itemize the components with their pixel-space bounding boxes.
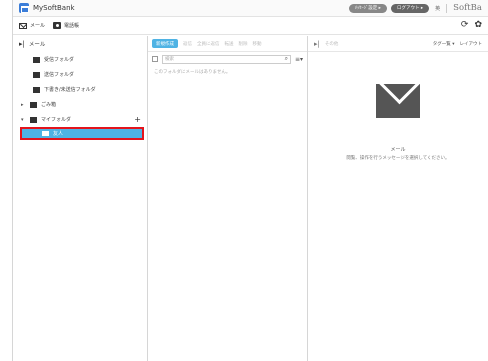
reply-all-button[interactable]: 全員に返信 — [197, 41, 220, 47]
reply-button[interactable]: 返信 — [183, 41, 192, 47]
trash-icon — [30, 101, 37, 108]
language-toggle[interactable]: 英 — [435, 5, 440, 12]
collapse-caret-icon[interactable]: ▾ — [21, 117, 26, 123]
preview-subtitle: 閲覧、操作を行うメッセージを選択してください。 — [346, 156, 450, 161]
folder-sidebar: ▸| メール 受信フォルダ 送信フォルダ 下書き/未送信フォルダ ▸ ごみ箱 ▾… — [13, 36, 148, 361]
message-list-pane: 新規作成 返信 全員に返信 転送 削除 移動 検索 ⌕ ≡▾ このフォルダにメー… — [148, 36, 308, 361]
envelope-icon — [376, 84, 420, 118]
preview-pane: ▸| その他 タグ一覧 ▾ レイアウト メール 閲覧、操作を行うメッセージを選択… — [308, 36, 488, 361]
tab-contacts[interactable]: 電話帳 — [53, 22, 79, 29]
list-search-row: 検索 ⌕ ≡▾ — [148, 52, 307, 66]
add-folder-button[interactable]: + — [134, 115, 141, 124]
search-placeholder: 検索 — [165, 57, 174, 62]
brand-logo: SoftBa — [453, 3, 482, 13]
sidebar-item-label: 友人 — [53, 131, 64, 137]
global-actions: ⟳ ✿ — [461, 21, 482, 30]
folder-icon — [30, 116, 37, 123]
selected-folder-row: 友人 — [22, 129, 142, 138]
tab-mail-label: メール — [30, 23, 46, 29]
more-menu[interactable]: その他 — [325, 41, 339, 47]
empty-folder-message: このフォルダにメールはありません。 — [154, 70, 231, 75]
sidebar-item-label: マイフォルダ — [41, 117, 72, 123]
delete-button[interactable]: 削除 — [239, 41, 248, 47]
expand-caret-icon[interactable]: ▸ — [21, 102, 26, 108]
sidebar-item-label: ごみ箱 — [41, 102, 57, 108]
search-icon[interactable]: ⌕ — [285, 55, 288, 63]
drafts-icon — [33, 86, 40, 93]
sidebar-item-friends[interactable]: 友人 — [20, 127, 144, 140]
sidebar-item-label: 受信フォルダ — [44, 57, 75, 63]
sidebar-header[interactable]: ▸| メール — [13, 36, 147, 52]
search-input[interactable]: 検索 ⌕ — [162, 54, 291, 64]
sidebar-item-label: 送信フォルダ — [44, 72, 75, 78]
compose-button[interactable]: 新規作成 — [152, 39, 178, 48]
sort-icon[interactable]: ≡▾ — [295, 56, 303, 63]
layout-dropdown[interactable]: レイアウト — [460, 41, 483, 47]
preview-title: メール — [390, 147, 406, 153]
preview-placeholder: メール 閲覧、操作を行うメッセージを選択してください。 — [308, 84, 488, 161]
tab-mail[interactable]: メール — [19, 22, 45, 29]
sidebar-item-my-folders[interactable]: ▾ マイフォルダ + — [13, 112, 147, 127]
app-tabs-row: メール 電話帳 ⟳ ✿ — [13, 17, 488, 35]
sidebar-item-trash[interactable]: ▸ ごみ箱 — [13, 97, 147, 112]
logout-button[interactable]: ログアウト ▸ — [390, 3, 430, 13]
sidebar-header-label: メール — [28, 42, 46, 48]
sidebar-item-drafts[interactable]: 下書き/未送信フォルダ — [13, 82, 147, 97]
app-window: MySoftBank ﾒｯｾｰｼﾞ設定 ▸ ログアウト ▸ 英 SoftBa メ… — [12, 0, 488, 361]
tag-list-dropdown[interactable]: タグ一覧 ▾ — [433, 41, 455, 47]
mail-icon — [19, 22, 27, 29]
sent-icon — [33, 71, 40, 78]
inbox-icon — [33, 56, 40, 63]
move-button[interactable]: 移動 — [253, 41, 262, 47]
sidebar-item-inbox[interactable]: 受信フォルダ — [13, 52, 147, 67]
preview-toolbar: ▸| その他 タグ一覧 ▾ レイアウト — [308, 36, 488, 52]
app-title: MySoftBank — [33, 4, 75, 12]
message-settings-button[interactable]: ﾒｯｾｰｼﾞ設定 ▸ — [348, 3, 387, 13]
forward-button[interactable]: 転送 — [225, 41, 234, 47]
refresh-icon[interactable]: ⟳ — [461, 21, 469, 30]
contacts-icon — [53, 22, 62, 29]
sidebar-item-label: 下書き/未送信フォルダ — [44, 87, 96, 93]
divider — [446, 3, 448, 13]
list-toolbar: 新規作成 返信 全員に返信 転送 削除 移動 — [148, 36, 307, 52]
folder-icon — [42, 131, 49, 136]
top-right-controls: ﾒｯｾｰｼﾞ設定 ▸ ログアウト ▸ 英 SoftBa — [348, 3, 482, 13]
gear-icon[interactable]: ✿ — [474, 21, 482, 30]
app-logo-icon — [19, 3, 29, 13]
main-panes: ▸| メール 受信フォルダ 送信フォルダ 下書き/未送信フォルダ ▸ ごみ箱 ▾… — [13, 36, 488, 361]
collapse-sidebar-icon[interactable]: ▸| — [19, 40, 25, 48]
sidebar-item-sent[interactable]: 送信フォルダ — [13, 67, 147, 82]
select-all-checkbox[interactable] — [152, 56, 158, 62]
title-bar: MySoftBank ﾒｯｾｰｼﾞ設定 ▸ ログアウト ▸ 英 SoftBa — [13, 0, 488, 17]
collapse-preview-icon[interactable]: ▸| — [314, 40, 320, 48]
tab-contacts-label: 電話帳 — [64, 23, 80, 29]
